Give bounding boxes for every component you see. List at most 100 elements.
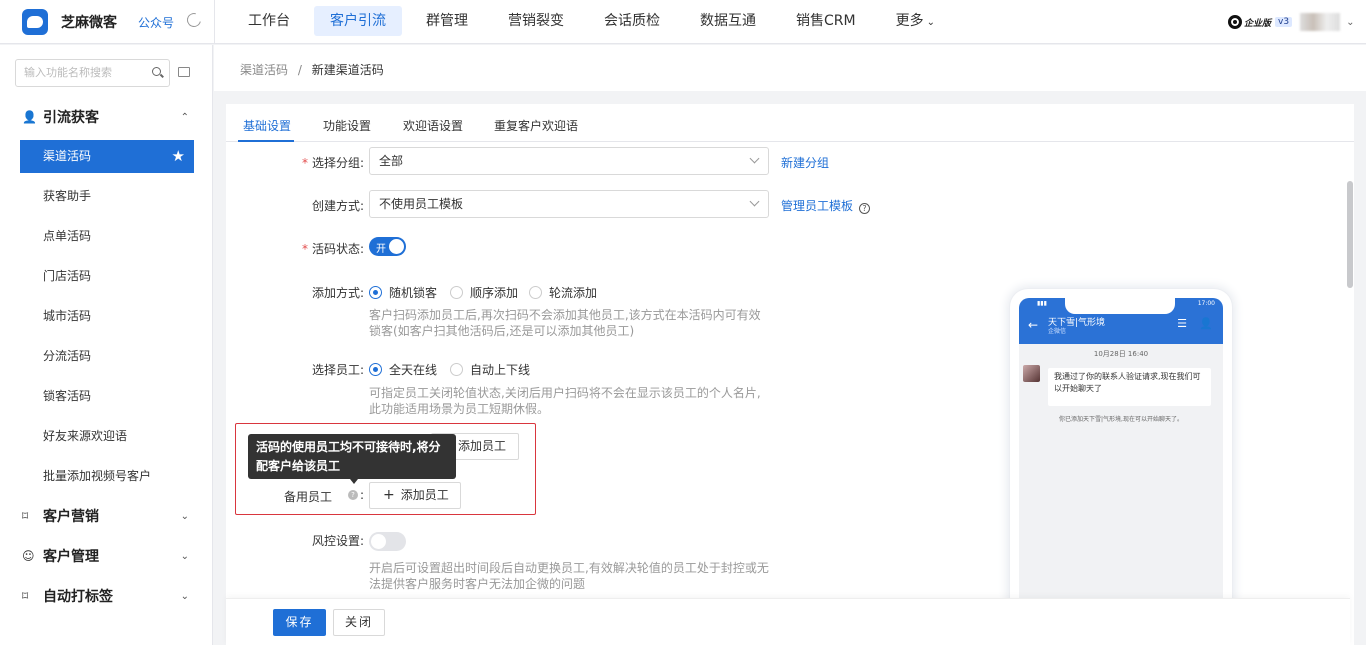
breadcrumb: 渠道活码 / 新建渠道活码 [214,45,1366,91]
nav-more[interactable]: 更多 ⌄ [880,6,951,36]
radio-random-lock[interactable]: 随机锁客 [369,284,437,301]
breadcrumb-current: 新建渠道活码 [311,63,384,77]
nav-data-sync[interactable]: 数据互通 [684,6,772,36]
create-select-value: 不使用员工模板 [379,197,464,211]
sidebar-item-label: 渠道活码 [43,149,92,163]
sidebar-item-friend-welcome[interactable]: 好友来源欢迎语 [20,420,194,453]
chevron-down-icon[interactable]: ⌄ [1346,17,1354,28]
manage-template-label: 管理员工模板 [781,199,854,213]
star-icon[interactable]: ★ [172,140,185,173]
tab-repeat-welcome[interactable]: 重复客户欢迎语 [494,117,578,134]
scrollbar[interactable] [1347,181,1353,288]
sidebar-item-order-code[interactable]: 点单活码 [20,220,194,253]
status-time: 17:00 [1197,300,1215,307]
hint-line: 法提供客户服务时客户无法加企微的问题 [369,577,586,591]
chat-bubble: 我通过了你的联系人验证请求,现在我们可以开始聊天了 [1048,368,1211,406]
nav-session-qc[interactable]: 会话质检 [588,6,676,36]
top-bar: 芝麻微客 公众号 工作台 客户引流 群管理 营销裂变 会话质检 数据互通 销售C… [0,0,1366,44]
tab-function[interactable]: 功能设置 [323,117,371,134]
chevron-down-icon: ⌄ [180,510,189,522]
divider [214,0,215,44]
tab-underline [238,140,294,142]
sidebar-group-marketing[interactable]: ⌑ 客户营销 ⌄ [0,500,213,532]
sidebar-item-lock-code[interactable]: 锁客活码 [20,380,194,413]
label-colon: : [360,488,365,502]
logo-icon[interactable] [22,9,48,35]
nav-group-management[interactable]: 群管理 [410,6,484,36]
toggle-on-text: 开 [376,244,386,255]
layout-icon[interactable] [178,67,190,77]
radio-auto-online[interactable]: 自动上下线 [450,361,530,378]
user-icon: 👤 [1199,317,1213,330]
add-method-label: 添加方式: [311,286,364,300]
chat-subtitle: 企微信 [1048,328,1067,335]
tab-welcome[interactable]: 欢迎语设置 [403,117,463,134]
status-label-text: 活码状态: [311,242,364,256]
chevron-down-icon: ⌄ [180,590,189,602]
breadcrumb-parent[interactable]: 渠道活码 [240,63,288,77]
chevron-down-icon: ⌄ [926,17,935,28]
gzh-link[interactable]: 公众号 [138,14,174,31]
bookmark-icon: ⌑ [22,509,29,523]
sidebar-group-customer[interactable]: ☺ 客户管理 ⌄ [0,540,213,572]
sidebar-item-acquire-helper[interactable]: 获客助手 [20,180,194,213]
nav-customer-traffic[interactable]: 客户引流 [314,6,402,36]
sidebar-group-traffic[interactable]: 👤 引流获客 ⌃ [0,101,213,133]
close-button[interactable]: 关闭 [333,609,385,636]
avatar[interactable] [1300,13,1341,31]
radio-all-day[interactable]: 全天在线 [369,361,437,378]
nav-crm[interactable]: 销售CRM [780,6,872,36]
dark-mode-icon[interactable] [184,10,204,30]
nav-marketing[interactable]: 营销裂变 [492,6,580,36]
radio-sequential[interactable]: 顺序添加 [450,284,518,301]
search-input[interactable]: 输入功能名称搜索 [15,59,170,87]
enterprise-icon [1228,15,1242,29]
risk-hint: 开启后可设置超出时间段后自动更换员工,有效解决轮值的员工处于封控或无 法提供客户… [369,560,769,592]
create-select[interactable]: 不使用员工模板 [369,190,769,218]
sidebar: 输入功能名称搜索 👤 引流获客 ⌃ 渠道活码 ★ 获客助手 点单活码 门店活码 … [0,45,213,645]
radio-rotation[interactable]: 轮流添加 [529,284,597,301]
manage-template-link[interactable]: 管理员工模板? [781,197,871,214]
avatar [1023,365,1040,382]
signal-icon: ▮▮▮ [1037,300,1047,307]
nav-workbench[interactable]: 工作台 [232,6,306,36]
question-icon[interactable]: ? [348,490,358,500]
sidebar-item-store-code[interactable]: 门店活码 [20,260,194,293]
radio-dot [450,363,463,376]
chevron-down-icon [749,153,760,164]
hint-line: 可指定员工关闭轮值状态,关闭后用户扫码将不会在显示该员工的个人名片, [369,386,761,400]
save-button[interactable]: 保存 [273,609,326,636]
radio-label: 顺序添加 [470,286,519,300]
nav-more-label: 更多 [895,13,924,29]
help-icon[interactable]: ? [859,203,871,214]
tab-basic[interactable]: 基础设置 [243,117,291,134]
status-label: * 活码状态: [301,242,364,256]
sidebar-group-tags[interactable]: ⌑ 自动打标签 ⌄ [0,580,213,612]
staff-hint: 可指定员工关闭轮值状态,关闭后用户扫码将不会在显示该员工的个人名片, 此功能适用… [369,385,761,417]
bookmark-icon: ⌑ [22,589,29,603]
add-backup-staff-button[interactable]: + 添加员工 [369,482,461,509]
hint-line: 此功能适用场景为员工短期休假。 [369,402,550,416]
sidebar-item-channel-code[interactable]: 渠道活码 ★ [20,140,194,173]
new-group-link[interactable]: 新建分组 [781,154,829,171]
group-select[interactable]: 全部 [369,147,769,175]
tooltip-arrow [350,479,358,484]
chat-timestamp: 10月28日 16:40 [1093,350,1149,358]
phone-preview: ▮▮▮ 17:00 ← 天下雪|气形境 企微信 ☰ 👤 10月28日 16:40… [1010,289,1232,645]
hint-line: 锁客(如客户扫其他活码后,还是可以添加其他员工) [369,324,635,338]
risk-toggle[interactable] [369,532,406,551]
group-label: * 选择分组: [301,156,364,170]
sidebar-item-split-code[interactable]: 分流活码 [20,340,194,373]
account-area[interactable]: 企业版 v3 ⌄ [1228,13,1354,31]
group-label-text: 选择分组: [311,156,364,170]
radio-label: 轮流添加 [549,286,598,300]
sidebar-item-city-code[interactable]: 城市活码 [20,300,194,333]
sidebar-item-batch-video[interactable]: 批量添加视频号客户 [20,460,194,493]
search-icon[interactable] [152,67,161,76]
main-card: 基础设置 功能设置 欢迎语设置 重复客户欢迎语 * 选择分组: 全部 新建分组 创… [226,104,1354,645]
status-toggle[interactable]: 开 [369,237,406,256]
tab-bar: 基础设置 功能设置 欢迎语设置 重复客户欢迎语 [226,104,1354,142]
phone-notch [1065,298,1175,314]
hint-line: 客户扫码添加员工后,再次扫码不会添加其他员工,该方式在本活码内可有效 [369,308,761,322]
plus-icon: + [383,487,395,503]
